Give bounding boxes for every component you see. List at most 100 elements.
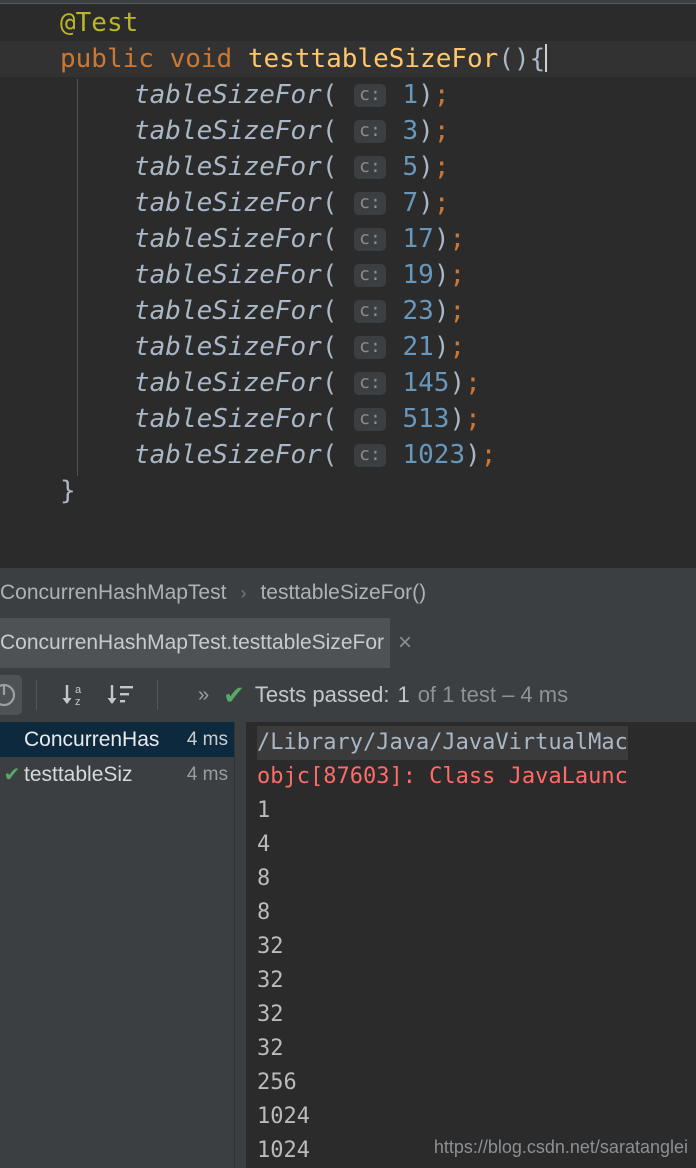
sort-by-duration-button[interactable] — [103, 678, 137, 712]
test-tree-row[interactable]: ConcurrenHas 4 ms — [0, 722, 234, 757]
signature-tail-token: (){ — [498, 44, 546, 74]
number-literal-token: 1 — [386, 80, 419, 110]
number-literal-token: 19 — [386, 260, 434, 290]
semicolon-token: ; — [433, 80, 450, 110]
code-line[interactable]: public void testtableSizeFor(){ — [0, 41, 696, 77]
test-tree-row[interactable]: ✔ testtableSiz 4 ms — [0, 757, 234, 792]
status-suffix-label: of 1 test – 4 ms — [417, 682, 569, 707]
semicolon-token: ; — [465, 368, 481, 398]
svg-text:z: z — [75, 696, 81, 708]
open-paren-token: ( — [321, 80, 354, 110]
console-line: 8 — [246, 896, 696, 930]
code-line[interactable]: tableSizeFor( c: 1023); — [0, 437, 696, 473]
breadcrumb-separator-icon: › — [240, 582, 247, 603]
open-paren-token: ( — [321, 224, 354, 254]
text-caret — [545, 44, 548, 72]
keyword-void: void — [169, 44, 233, 74]
method-call-token: tableSizeFor — [134, 224, 322, 254]
semicolon-token: ; — [480, 440, 497, 470]
test-duration-label: 4 ms — [186, 728, 228, 750]
sort-alphabetically-button[interactable]: a z — [57, 678, 91, 712]
test-tree-label: ConcurrenHas — [24, 727, 160, 751]
code-line[interactable]: tableSizeFor( c: 3); — [0, 113, 696, 149]
rerun-button[interactable] — [0, 675, 22, 715]
console-line: objc[87603]: Class JavaLaunc — [246, 760, 696, 794]
toolbar-separator-2 — [157, 680, 158, 710]
ide-window: @Test public void testtableSizeFor(){tabl… — [0, 0, 696, 1168]
parameter-hint-badge: c: — [354, 408, 386, 431]
number-literal-token: 23 — [386, 296, 434, 326]
breadcrumb[interactable]: ConcurrenHashMapTest › testtableSizeFor(… — [0, 568, 696, 618]
test-status-bar: ✔ Tests passed: 1 of 1 test – 4 ms — [223, 680, 568, 711]
breadcrumb-item-method[interactable]: testtableSizeFor() — [260, 581, 426, 605]
closing-brace-token: } — [60, 476, 76, 506]
test-duration-label: 4 ms — [186, 763, 228, 785]
open-paren-token: ( — [321, 440, 354, 470]
console-line: 32 — [246, 998, 696, 1032]
console-stdout-line: 1024 — [257, 1104, 310, 1129]
close-paren-token: ) — [418, 152, 434, 182]
annotation-token: @Test — [60, 8, 139, 38]
code-line[interactable]: @Test — [0, 5, 696, 41]
method-call-token: tableSizeFor — [134, 440, 322, 470]
status-check-icon: ✔ — [223, 679, 245, 710]
close-paren-token: ) — [449, 368, 466, 398]
console-line: 8 — [246, 862, 696, 896]
open-paren-token: ( — [321, 404, 354, 434]
run-tab-active[interactable]: ConcurrenHashMapTest.testtableSizeFor × — [0, 618, 412, 668]
expand-toolbar-chevrons-icon[interactable]: » — [198, 684, 209, 707]
number-literal-token: 7 — [386, 188, 419, 218]
number-literal-token: 3 — [386, 116, 419, 146]
number-literal-token: 1023 — [386, 440, 466, 470]
open-paren-token: ( — [321, 368, 354, 398]
method-call-token: tableSizeFor — [134, 80, 322, 110]
test-tree-label: testtableSiz — [24, 762, 133, 786]
semicolon-token: ; — [449, 260, 466, 290]
code-line[interactable]: tableSizeFor( c: 19); — [0, 257, 696, 293]
open-paren-token: ( — [321, 260, 354, 290]
code-line[interactable]: tableSizeFor( c: 1); — [0, 77, 696, 113]
open-paren-token: ( — [321, 332, 354, 362]
method-call-token: tableSizeFor — [134, 368, 322, 398]
code-line[interactable]: tableSizeFor( c: 17); — [0, 221, 696, 257]
code-line[interactable]: tableSizeFor( c: 7); — [0, 185, 696, 221]
console-stdout-line: 8 — [257, 866, 271, 891]
semicolon-token: ; — [433, 188, 450, 218]
parameter-hint-badge: c: — [354, 228, 386, 251]
close-paren-token: ) — [418, 116, 434, 146]
parameter-hint-badge: c: — [354, 444, 386, 467]
code-editor[interactable]: @Test public void testtableSizeFor(){tabl… — [0, 0, 696, 568]
number-literal-token: 5 — [386, 152, 419, 182]
parameter-hint-badge: c: — [354, 120, 386, 143]
parameter-hint-badge: c: — [354, 264, 386, 287]
code-line[interactable]: tableSizeFor( c: 23); — [0, 293, 696, 329]
console-stdout-line: 256 — [257, 1070, 297, 1095]
test-results-tree[interactable]: ConcurrenHas 4 ms ✔ testtableSiz 4 ms — [0, 722, 234, 1168]
code-line[interactable]: tableSizeFor( c: 5); — [0, 149, 696, 185]
console-line: /Library/Java/JavaVirtualMac — [246, 726, 696, 760]
method-call-token: tableSizeFor — [134, 332, 322, 362]
number-literal-token: 21 — [386, 332, 434, 362]
breadcrumb-item-class[interactable]: ConcurrenHashMapTest — [0, 581, 226, 605]
close-paren-token: ) — [433, 332, 450, 362]
number-literal-token: 513 — [386, 404, 450, 434]
method-call-token: tableSizeFor — [134, 116, 322, 146]
open-paren-token: ( — [321, 152, 354, 182]
close-icon[interactable]: × — [398, 631, 412, 655]
code-line[interactable]: tableSizeFor( c: 21); — [0, 329, 696, 365]
console-error-line: objc[87603]: Class JavaLaunc — [257, 764, 628, 789]
method-call-token: tableSizeFor — [134, 404, 322, 434]
console-line: 32 — [246, 930, 696, 964]
console-stdout-line: 32 — [257, 1002, 284, 1027]
run-toolbar: a z » ✔ Tests passed: 1 of 1 test – 4 ms — [0, 668, 696, 722]
test-passed-icon: ✔ — [3, 764, 21, 786]
console-stdout-line: 1 — [257, 798, 271, 823]
parameter-hint-badge: c: — [354, 300, 386, 323]
code-content[interactable]: @Test public void testtableSizeFor(){tabl… — [0, 5, 696, 509]
code-line[interactable]: } — [0, 473, 696, 509]
code-line[interactable]: tableSizeFor( c: 145); — [0, 365, 696, 401]
console-output[interactable]: /Library/Java/JavaVirtualMac objc[87603]:… — [246, 722, 696, 1168]
code-line[interactable]: tableSizeFor( c: 513); — [0, 401, 696, 437]
console-line: 32 — [246, 1032, 696, 1066]
console-command-line: /Library/Java/JavaVirtualMac — [257, 726, 628, 760]
